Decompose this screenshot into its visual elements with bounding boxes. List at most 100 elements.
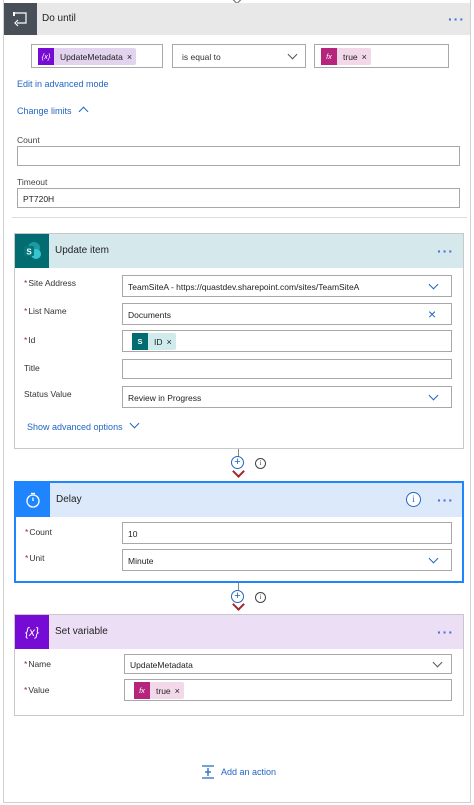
remove-token-icon[interactable]: × xyxy=(175,686,184,696)
delay-count-label-text: Count xyxy=(29,527,52,537)
remove-token-icon[interactable]: × xyxy=(127,52,136,62)
required-mark: * xyxy=(24,335,28,345)
condition-operator-value: is equal to xyxy=(182,52,221,62)
update-item-more-icon[interactable]: ··· xyxy=(437,244,454,258)
condition-right-token-label: true xyxy=(343,51,358,62)
required-mark: * xyxy=(24,306,28,316)
remove-token-icon[interactable]: × xyxy=(167,337,176,347)
variable-name-value: UpdateMetadata xyxy=(130,660,193,670)
delay-unit-select[interactable]: Minute xyxy=(122,549,452,571)
required-mark: * xyxy=(24,278,28,288)
count-label: Count xyxy=(17,135,40,145)
delay-count-input[interactable]: 10 xyxy=(122,522,452,544)
timer-icon xyxy=(16,483,50,517)
count-input[interactable] xyxy=(17,146,460,166)
list-name-select[interactable]: Documents × xyxy=(122,303,452,325)
set-variable-title: Set variable xyxy=(55,626,108,637)
do-until-header[interactable]: Do until ··· xyxy=(4,3,470,35)
loop-icon xyxy=(4,3,37,35)
do-until-title: Do until xyxy=(42,13,76,24)
variable-value-label-text: Value xyxy=(28,685,50,695)
variable-value-token-label: true xyxy=(156,685,171,696)
site-address-label-text: Site Address xyxy=(28,278,77,288)
chevron-down-icon xyxy=(287,49,298,60)
delay-count-label: *Count xyxy=(25,527,52,537)
show-advanced-options-label: Show advanced options xyxy=(27,422,123,432)
status-value: Review in Progress xyxy=(128,393,202,403)
variable-value-field[interactable]: fx true × xyxy=(124,679,452,701)
site-address-label: *Site Address xyxy=(24,278,76,288)
sharepoint-icon: S xyxy=(132,333,148,350)
condition-right-token[interactable]: fx true × xyxy=(321,48,371,65)
variable-icon: {x} xyxy=(15,615,49,649)
change-limits-link[interactable]: Change limits xyxy=(17,106,89,117)
id-field[interactable]: S ID × xyxy=(122,330,452,352)
set-variable-header[interactable]: {x} Set variable ··· xyxy=(15,615,463,649)
info-icon[interactable]: i xyxy=(255,592,266,603)
condition-left-field[interactable]: {x} UpdateMetadata × xyxy=(31,44,163,68)
list-name-value: Documents xyxy=(128,310,171,320)
status-value-label: Status Value xyxy=(24,389,72,399)
condition-operator-select[interactable]: is equal to xyxy=(172,44,306,68)
title-label: Title xyxy=(24,363,40,373)
update-item-card: S Update item ··· *Site Address TeamSite… xyxy=(14,233,464,449)
delay-unit-label: *Unit xyxy=(25,553,44,563)
site-address-value: TeamSiteA - https://quastdev.sharepoint.… xyxy=(128,282,360,292)
variable-value-token[interactable]: fx true × xyxy=(134,682,184,699)
add-an-action-button[interactable]: Add an action xyxy=(201,765,276,779)
variable-name-label-text: Name xyxy=(28,659,51,669)
timeout-value: PT720H xyxy=(23,194,55,204)
site-address-select[interactable]: TeamSiteA - https://quastdev.sharepoint.… xyxy=(122,275,452,297)
delay-more-icon[interactable]: ··· xyxy=(437,493,454,507)
chevron-down-icon xyxy=(428,279,439,290)
list-name-label-text: List Name xyxy=(28,306,67,316)
variable-icon: {x} xyxy=(38,48,54,65)
expression-icon: fx xyxy=(321,48,337,65)
id-token[interactable]: S ID × xyxy=(132,333,176,350)
delay-title: Delay xyxy=(56,494,82,505)
delay-unit-value: Minute xyxy=(128,556,154,566)
condition-left-token-label: UpdateMetadata xyxy=(60,51,123,62)
required-mark: * xyxy=(24,659,28,669)
do-until-more-icon[interactable]: ··· xyxy=(448,12,465,26)
required-mark: * xyxy=(24,685,28,695)
chevron-down-icon xyxy=(129,418,140,429)
required-mark: * xyxy=(25,553,29,563)
divider xyxy=(12,217,467,218)
add-action-icon xyxy=(201,765,215,779)
update-item-title: Update item xyxy=(55,245,109,256)
sharepoint-icon: S xyxy=(15,234,49,268)
info-icon[interactable]: i xyxy=(255,458,266,469)
status-value-select[interactable]: Review in Progress xyxy=(122,386,452,408)
chevron-down-icon xyxy=(428,390,439,401)
variable-value-label: *Value xyxy=(24,685,49,695)
clear-icon[interactable]: × xyxy=(428,306,436,322)
show-advanced-options-link[interactable]: Show advanced options xyxy=(27,418,140,432)
timeout-label: Timeout xyxy=(17,177,48,187)
edit-advanced-mode-link[interactable]: Edit in advanced mode xyxy=(17,79,109,89)
condition-left-token[interactable]: {x} UpdateMetadata × xyxy=(38,48,137,65)
condition-right-field[interactable]: fx true × xyxy=(314,44,449,68)
info-icon[interactable]: i xyxy=(406,492,421,507)
set-variable-card: {x} Set variable ··· *Name UpdateMetadat… xyxy=(14,614,464,716)
delay-unit-label-text: Unit xyxy=(29,553,45,563)
set-variable-more-icon[interactable]: ··· xyxy=(437,625,454,639)
variable-name-select[interactable]: UpdateMetadata xyxy=(124,654,452,674)
chevron-down-icon xyxy=(428,553,439,564)
list-name-label: *List Name xyxy=(24,306,67,316)
variable-name-label: *Name xyxy=(24,659,51,669)
remove-token-icon[interactable]: × xyxy=(362,52,371,62)
id-label-text: Id xyxy=(28,335,36,345)
chevron-down-icon xyxy=(432,657,443,668)
id-token-label: ID xyxy=(154,336,163,347)
delay-count-value: 10 xyxy=(128,529,138,539)
delay-header[interactable]: Delay i ··· xyxy=(16,483,462,517)
required-mark: * xyxy=(25,527,29,537)
svg-text:S: S xyxy=(26,248,32,257)
update-item-header[interactable]: S Update item ··· xyxy=(15,234,463,268)
delay-card: Delay i ··· *Count 10 *Unit Minute xyxy=(14,481,464,583)
add-an-action-label: Add an action xyxy=(221,767,277,777)
id-label: *Id xyxy=(24,335,35,345)
timeout-input[interactable]: PT720H xyxy=(17,188,460,208)
title-input[interactable] xyxy=(122,359,452,379)
